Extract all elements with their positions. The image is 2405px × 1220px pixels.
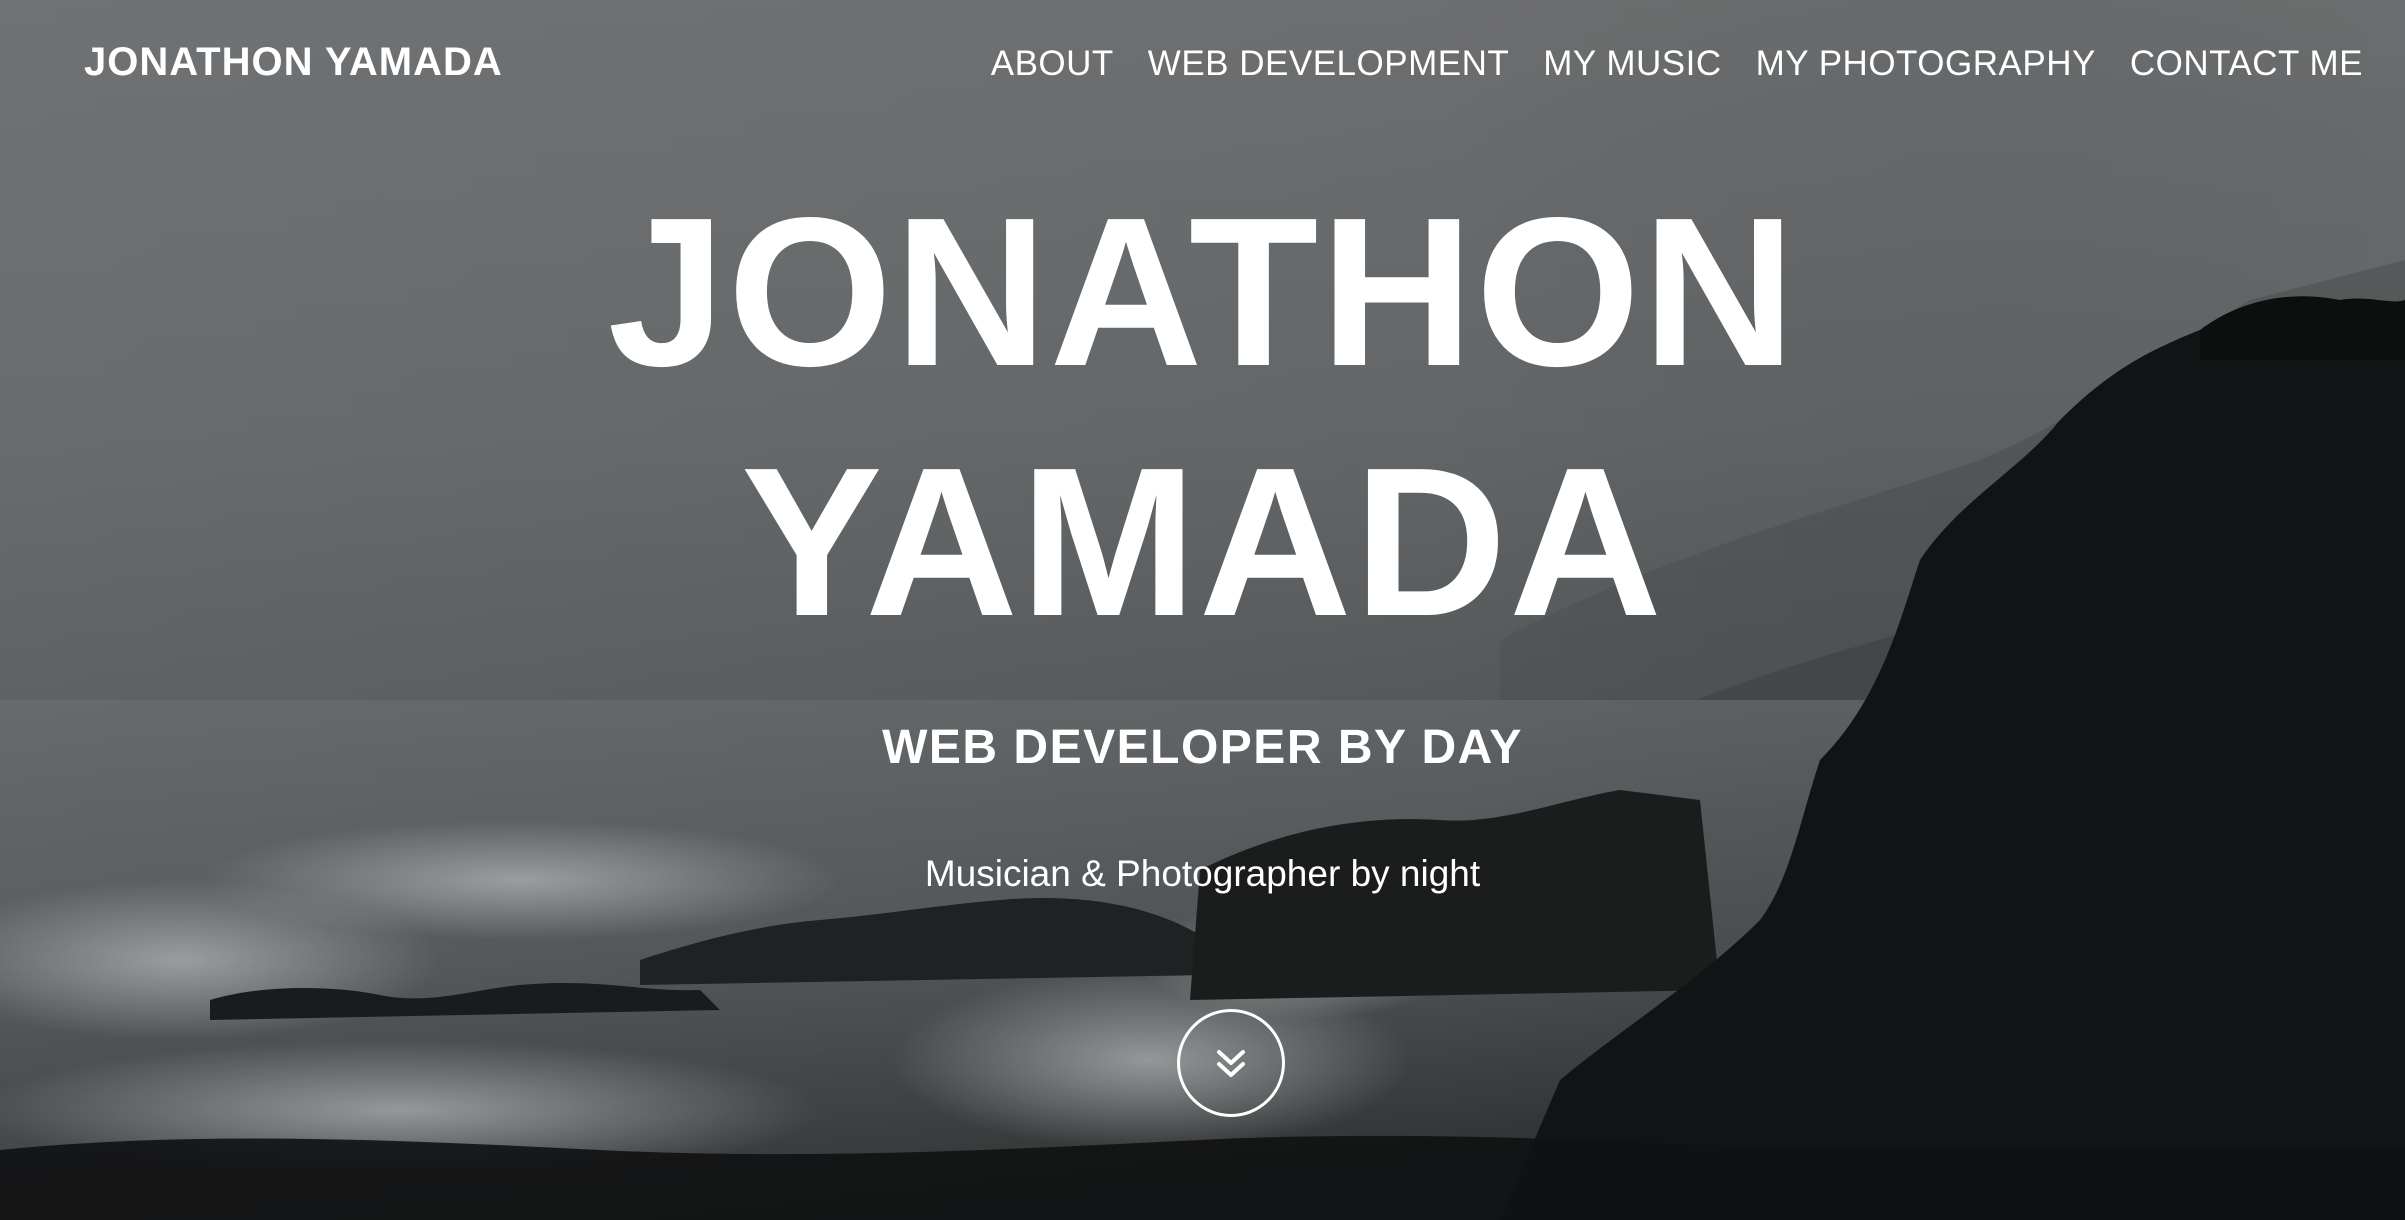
nav-link-my-music[interactable]: MY MUSIC bbox=[1543, 44, 1721, 84]
hero-title-first-name: JONATHON bbox=[607, 173, 1798, 410]
nav-link-my-photography[interactable]: MY PHOTOGRAPHY bbox=[1756, 44, 2096, 84]
nav-link-web-development[interactable]: WEB DEVELOPMENT bbox=[1148, 44, 1509, 84]
double-chevron-down-icon bbox=[1217, 1050, 1245, 1077]
hero-tagline: WEB DEVELOPER BY DAY bbox=[882, 721, 1523, 774]
scroll-down-button[interactable] bbox=[1177, 1009, 1285, 1117]
hero-section: JONATHON YAMADA ABOUT WEB DEVELOPMENT MY… bbox=[0, 0, 2405, 1220]
top-navbar: JONATHON YAMADA ABOUT WEB DEVELOPMENT MY… bbox=[0, 0, 2405, 130]
brand-logo-link[interactable]: JONATHON YAMADA bbox=[84, 40, 503, 85]
nav-links: ABOUT WEB DEVELOPMENT MY MUSIC MY PHOTOG… bbox=[991, 44, 2363, 84]
hero-subtagline: Musician & Photographer by night bbox=[924, 853, 1481, 894]
nav-link-about[interactable]: ABOUT bbox=[991, 44, 1114, 84]
nav-link-contact-me[interactable]: CONTACT ME bbox=[2130, 44, 2363, 84]
hero-title-last-name: YAMADA bbox=[741, 423, 1664, 660]
